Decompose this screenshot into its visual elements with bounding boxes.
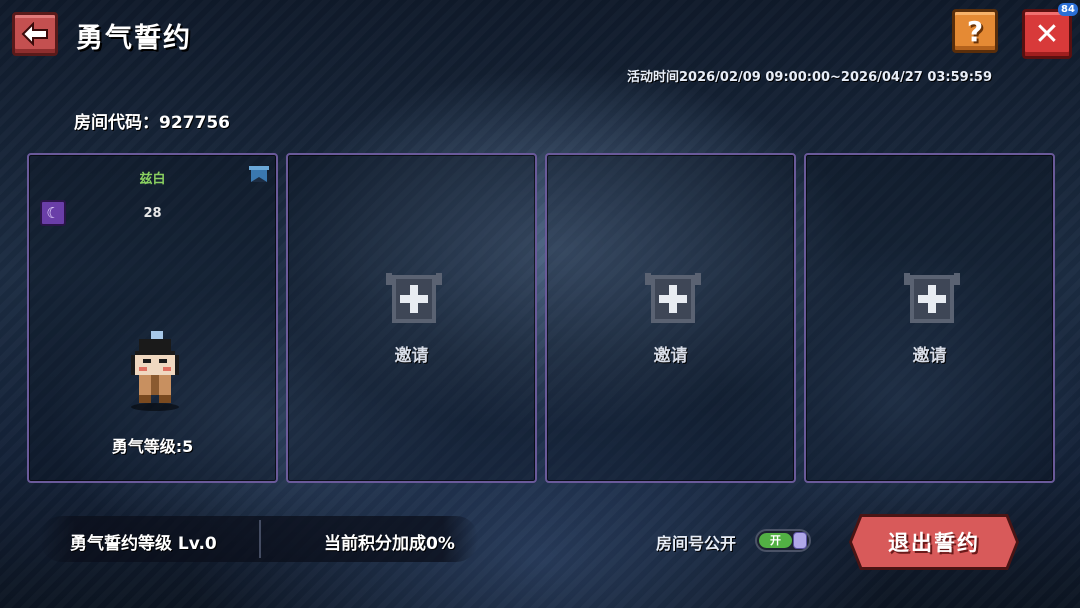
plus-icon xyxy=(386,273,442,323)
invite-label: 邀请 xyxy=(653,346,688,366)
page-title: 勇气誓约 xyxy=(76,23,192,54)
score-bonus: 当前积分加成0% xyxy=(324,534,455,554)
invite-label: 邀请 xyxy=(394,346,429,366)
player-name: 兹白 xyxy=(139,172,166,187)
pact-level: 勇气誓约等级 Lv.0 xyxy=(70,534,217,554)
fps-badge: 84 xyxy=(1058,3,1078,16)
player-level: 28 xyxy=(143,206,162,221)
player-slot[interactable]: 兹白 ☾ 28 勇气等级:5 xyxy=(27,153,278,483)
back-button[interactable] xyxy=(12,12,58,56)
room-public-toggle[interactable]: 开 xyxy=(755,529,811,552)
flag-icon[interactable] xyxy=(247,163,271,187)
courage-level: 勇气等级:5 xyxy=(111,437,194,456)
toggle-on-label: 开 xyxy=(759,533,792,548)
invite-slot[interactable]: 邀请 xyxy=(804,153,1055,483)
invite-label: 邀请 xyxy=(912,346,947,366)
plus-icon xyxy=(904,273,960,323)
invite-slot[interactable]: 邀请 xyxy=(545,153,796,483)
exit-pact-button[interactable]: 退出誓约 xyxy=(852,517,1016,567)
player-avatar xyxy=(131,331,179,411)
help-button[interactable]: ? xyxy=(952,9,998,53)
divider xyxy=(259,520,261,558)
invite-slot[interactable]: 邀请 xyxy=(286,153,537,483)
event-time: 活动时间2026/02/09 09:00:00~2026/04/27 03:59… xyxy=(626,70,992,85)
toggle-knob xyxy=(793,532,807,549)
close-button[interactable]: ✕ xyxy=(1022,9,1072,59)
room-code: 房间代码：927756 xyxy=(74,113,230,133)
back-arrow-icon xyxy=(21,22,48,46)
plus-icon xyxy=(645,273,701,323)
room-public-label: 房间号公开 xyxy=(656,534,737,553)
